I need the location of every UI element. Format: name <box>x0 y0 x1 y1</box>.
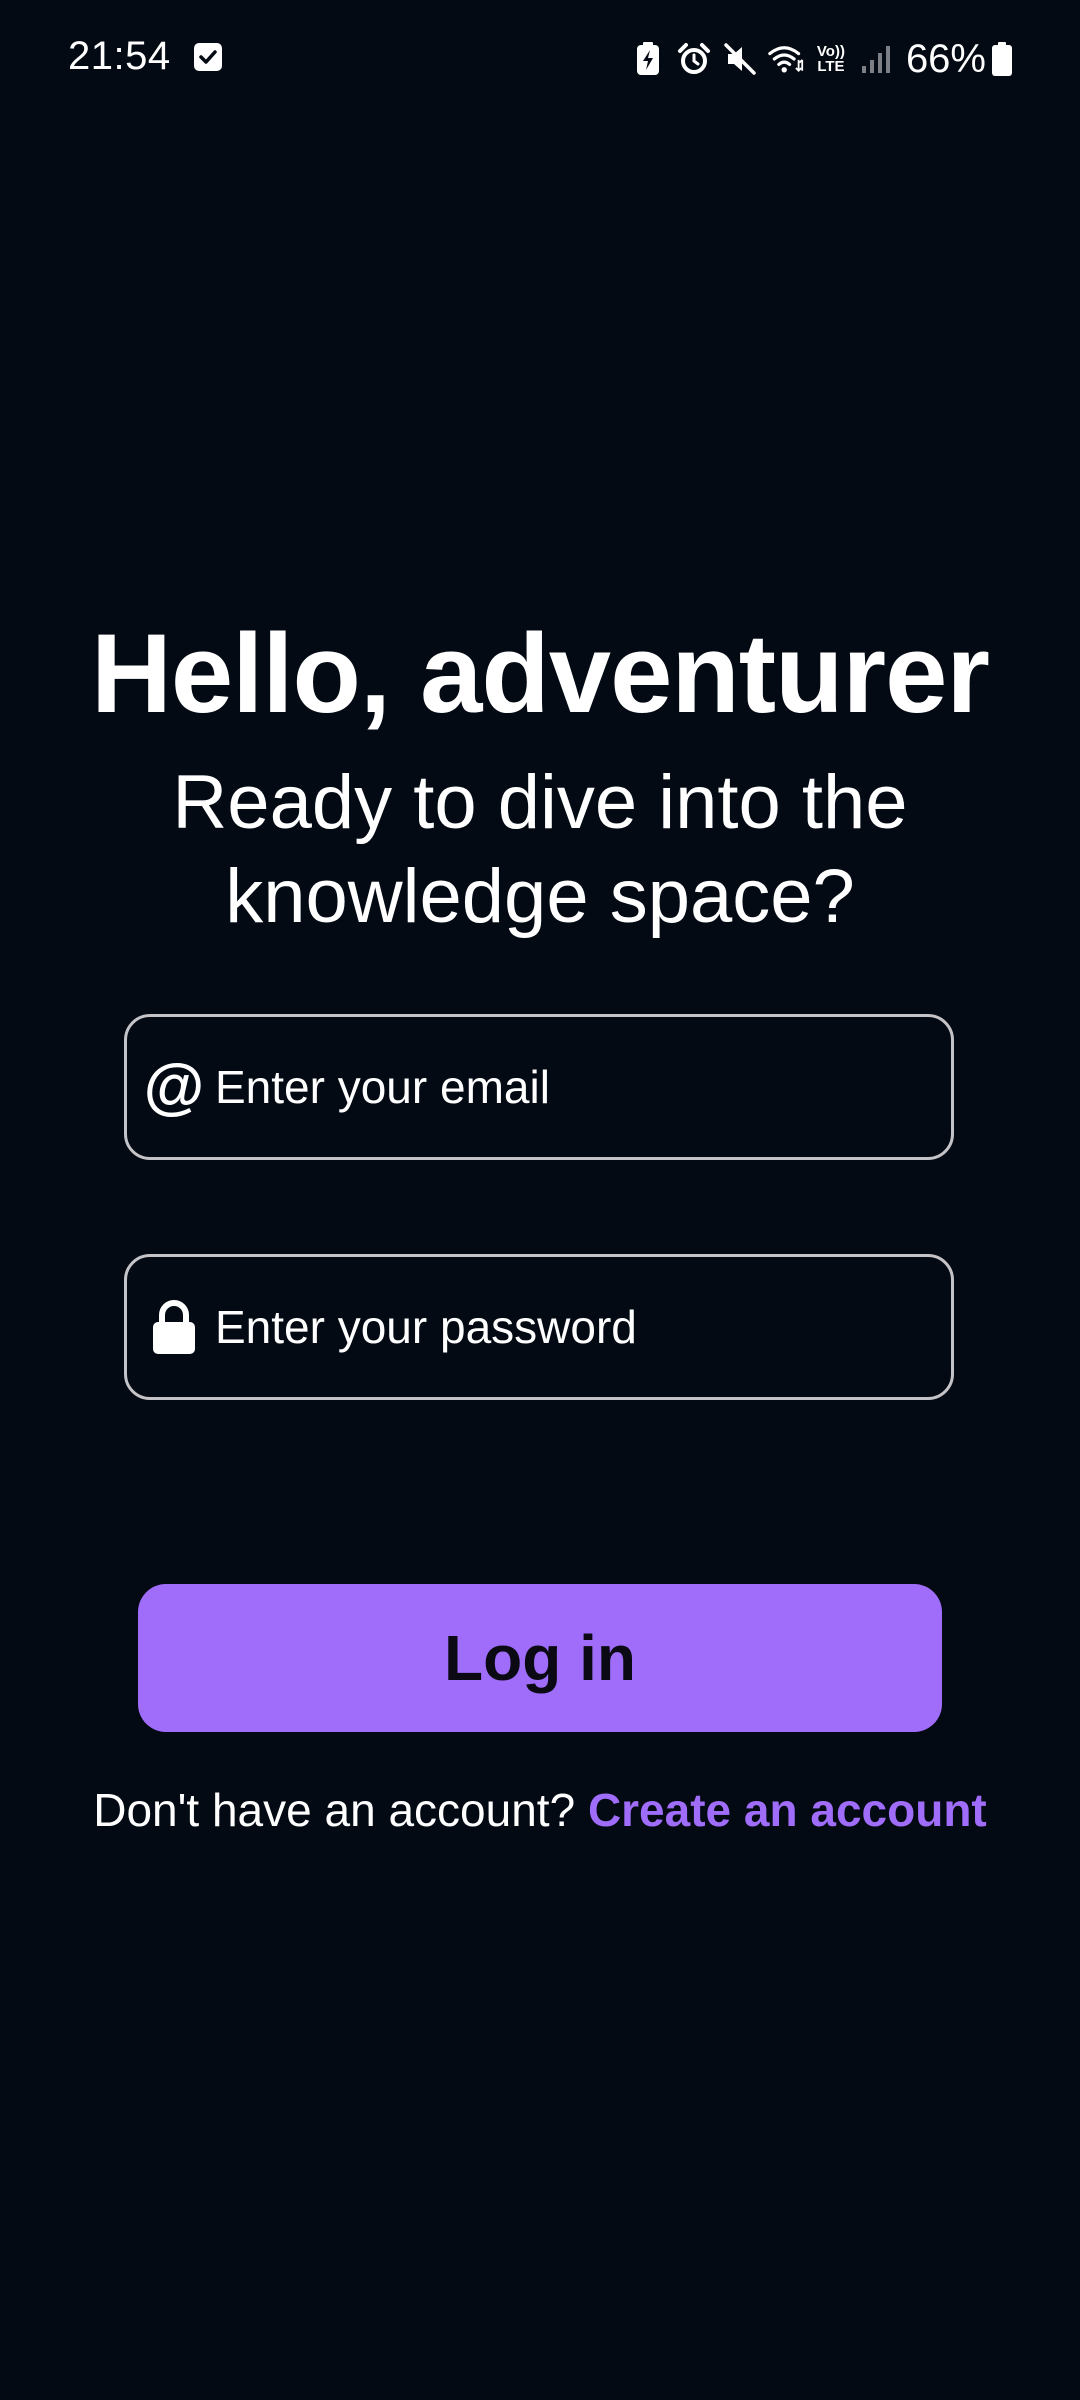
status-time: 21:54 <box>68 34 171 78</box>
password-input[interactable] <box>215 1257 951 1397</box>
login-button[interactable]: Log in <box>138 1584 942 1732</box>
status-bar: 21:54 Vo)) LTE 66% <box>0 0 1080 120</box>
subtitle-line-1: Ready to dive into the <box>172 760 908 845</box>
alarm-icon <box>676 41 712 77</box>
email-input[interactable] <box>215 1017 951 1157</box>
signup-prompt: Don't have an account? Create an account <box>0 1780 1080 1840</box>
page-subtitle: Ready to dive into the knowledge space? <box>0 756 1080 944</box>
volte-icon: Vo)) LTE <box>814 44 848 74</box>
volte-top-label: Vo)) <box>816 43 845 60</box>
password-field[interactable] <box>124 1254 954 1400</box>
wifi-icon <box>768 41 804 77</box>
create-account-link[interactable]: Create an account <box>588 1784 987 1836</box>
signal-icon <box>858 41 894 77</box>
battery-icon <box>992 42 1012 76</box>
battery-percent: 66% <box>905 36 986 81</box>
battery-saver-icon <box>630 41 666 77</box>
page-title: Hello, adventurer <box>91 611 990 736</box>
at-symbol: @ <box>143 1052 205 1121</box>
volte-bottom-label: LTE <box>817 58 845 75</box>
lock-icon <box>143 1296 205 1358</box>
mute-icon <box>722 41 758 77</box>
check-notification-icon <box>193 42 223 72</box>
status-bar-left: 21:54 <box>68 34 223 79</box>
subtitle-line-2: knowledge space? <box>225 854 855 939</box>
at-icon: @ <box>143 1056 205 1118</box>
signup-prompt-text: Don't have an account? <box>93 1784 588 1836</box>
email-field[interactable]: @ <box>124 1014 954 1160</box>
status-bar-right: Vo)) LTE 66% <box>620 36 1012 82</box>
